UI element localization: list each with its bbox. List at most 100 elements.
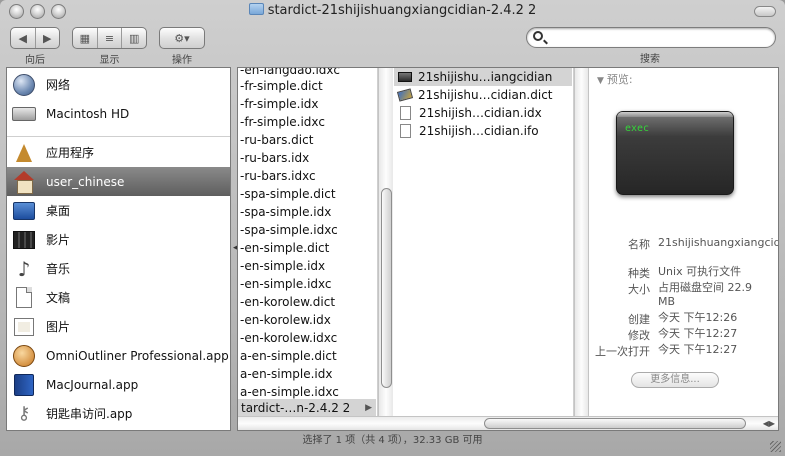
list-item[interactable]: -fr-simple.idx (240, 95, 319, 113)
search-field[interactable] (526, 27, 776, 48)
sidebar-item-music[interactable]: ♪ 音乐 (7, 254, 230, 283)
list-item[interactable]: -fr-simple.idxc (240, 113, 325, 131)
info-key-kind: 种类 (628, 267, 650, 280)
toolbar-toggle-button[interactable] (754, 6, 776, 17)
resize-grip-icon[interactable] (770, 441, 781, 452)
column-browser: -en-langdao.idxc -fr-simple.dict -fr-sim… (237, 67, 779, 431)
network-icon (11, 72, 37, 98)
column-view-button[interactable]: ▥ (122, 28, 146, 48)
back-button[interactable]: ◀ (11, 28, 36, 48)
list-item[interactable]: -fr-simple.dict (240, 77, 323, 95)
list-item[interactable]: -en-simple.dict (240, 239, 329, 257)
action-menu-button[interactable]: ⚙▾ (159, 27, 205, 49)
list-item[interactable]: a-en-simple.idx (240, 365, 332, 383)
selected-folder-label: tardict-…n-2.4.2 2 (241, 401, 351, 415)
terminal-preview-icon: exec (616, 111, 734, 195)
list-item-dict[interactable]: 21shijishu…cidian.dict (394, 86, 572, 104)
sidebar-item-label: 钥匙串访问.app (46, 407, 133, 421)
sidebar-item-macintosh-hd[interactable]: Macintosh HD (7, 99, 230, 128)
list-item[interactable]: -en-korolew.idxc (240, 329, 337, 347)
column-1-scroll-thumb[interactable] (381, 188, 392, 388)
back-label: 向后 (25, 55, 45, 66)
hard-disk-icon (11, 101, 37, 127)
sidebar-item-user-chinese[interactable]: user_chinese (7, 167, 230, 196)
sidebar-item-label: 影片 (46, 233, 71, 247)
list-item[interactable]: -en-korolew.idx (240, 311, 331, 329)
list-item[interactable]: -spa-simple.idx (240, 203, 331, 221)
list-item-ifo[interactable]: 21shijish…cidian.ifo (394, 122, 572, 140)
sidebar-item-label: 图片 (46, 320, 71, 334)
list-item[interactable]: -ru-bars.idx (240, 149, 309, 167)
sidebar-item-network[interactable]: 网络 (7, 70, 230, 99)
list-item[interactable]: -spa-simple.dict (240, 185, 336, 203)
horizontal-scroll-thumb[interactable] (484, 418, 746, 429)
list-item[interactable]: a-en-simple.dict (240, 347, 337, 365)
info-key-name: 名称 (628, 238, 650, 251)
documents-icon (11, 285, 37, 311)
sidebar-item-label: Macintosh HD (46, 106, 130, 121)
window-title-wrap: stardict-21shijishuangxiangcidian-2.4.2 … (0, 3, 785, 18)
more-info-button[interactable]: 更多信息... (631, 372, 719, 388)
list-item-exec[interactable]: 21shijishu…iangcidian (394, 68, 572, 86)
scroll-arrows-icon[interactable]: ◀▶ (763, 417, 775, 430)
back-arrow-icon: ◀ (18, 31, 27, 45)
list-item-label: 21shijishu…iangcidian (418, 70, 553, 84)
sidebar-item-label: user_chinese (46, 174, 125, 189)
music-icon: ♪ (17, 256, 31, 281)
preview-heading[interactable]: ▼ 预览: (597, 71, 633, 87)
sidebar-item-desktop[interactable]: 桌面 (7, 196, 230, 225)
info-value-size: 占用磁盘空间 22.9 MB (658, 281, 752, 308)
executable-icon (398, 72, 412, 82)
title-bar: stardict-21shijishuangxiangcidian-2.4.2 … (0, 0, 785, 24)
info-value-kind: Unix 可执行文件 (658, 265, 742, 278)
gear-icon: ⚙▾ (174, 31, 190, 45)
info-value-modified: 今天 下午12:27 (658, 327, 738, 340)
document-icon (400, 106, 411, 120)
grid-icon: ▦ (79, 31, 91, 45)
list-item[interactable]: -ru-bars.idxc (240, 167, 316, 185)
action-label: 操作 (172, 55, 192, 66)
window-title: stardict-21shijishuangxiangcidian-2.4.2 … (267, 3, 537, 18)
search-icon (533, 31, 543, 41)
movies-icon (11, 227, 37, 253)
sidebar-item-pictures[interactable]: 图片 (7, 312, 230, 341)
icon-view-button[interactable]: ▦ (73, 28, 98, 48)
back-forward-control: ◀ ▶ (10, 27, 60, 49)
sidebar-item-label: 桌面 (46, 204, 71, 218)
disclosure-triangle-icon: ▼ (597, 76, 604, 86)
finder-window: stardict-21shijishuangxiangcidian-2.4.2 … (0, 0, 785, 456)
forward-button[interactable]: ▶ (36, 28, 60, 48)
sidebar-item-macjournal[interactable]: MacJournal.app (7, 370, 230, 399)
columns-icon: ▥ (128, 31, 140, 45)
list-item[interactable]: -en-simple.idx (240, 257, 325, 275)
column-2-scrollbar[interactable] (574, 68, 589, 430)
sidebar-item-keychain-access[interactable]: ⚷ 钥匙串访问.app (7, 399, 230, 428)
keychain-icon: ⚷ (17, 403, 31, 424)
sidebar-item-label: 文稿 (46, 291, 71, 305)
list-item[interactable]: -ru-bars.dict (240, 131, 313, 149)
sidebar-item-omnioutliner[interactable]: OmniOutliner Professional.app (7, 341, 230, 370)
list-item-idx[interactable]: 21shijish…cidian.idx (394, 104, 572, 122)
info-key-modified: 修改 (628, 329, 650, 342)
list-view-button[interactable]: ≡ (98, 28, 123, 48)
list-item[interactable]: -spa-simple.idxc (240, 221, 338, 239)
sidebar-divider (7, 136, 230, 137)
action-segment: ⚙▾ (160, 28, 204, 48)
sidebar-item-documents[interactable]: 文稿 (7, 283, 230, 312)
info-value-name: 21shijishuangxiangcidian (658, 236, 779, 249)
view-control: ▦ ≡ ▥ (72, 27, 147, 49)
sidebar-item-label: MacJournal.app (46, 377, 139, 392)
preview-heading-label: 预览: (606, 73, 633, 86)
list-icon: ≡ (104, 31, 115, 45)
terminal-title-bar (617, 112, 733, 117)
horizontal-scrollbar[interactable]: ◀▶ (238, 416, 778, 430)
info-key-size: 大小 (628, 283, 650, 296)
sidebar-item-movies[interactable]: 影片 (7, 225, 230, 254)
sidebar-item-label: OmniOutliner Professional.app (46, 348, 229, 363)
sidebar-item-applications[interactable]: 应用程序 (7, 138, 230, 167)
applications-icon (11, 140, 37, 166)
list-item[interactable]: -en-simple.idxc (240, 275, 332, 293)
column-1-scrollbar[interactable] (378, 68, 393, 416)
list-item[interactable]: -en-korolew.dict (240, 293, 335, 311)
selected-folder-row[interactable]: tardict-…n-2.4.2 2 ▶ (238, 399, 376, 417)
